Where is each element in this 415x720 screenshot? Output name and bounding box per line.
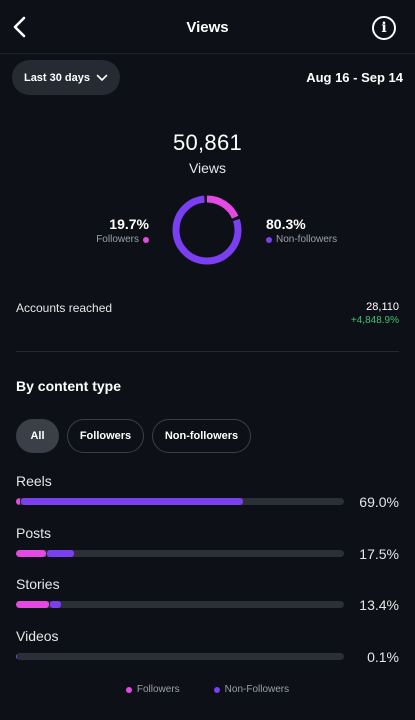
content-bar (16, 601, 344, 608)
content-row-label: Reels (16, 473, 52, 489)
content-row-percent: 17.5% (359, 546, 399, 562)
date-range-text: Aug 16 - Sep 14 (306, 70, 403, 85)
legend-followers-label: Followers (136, 684, 180, 695)
chevron-down-icon (96, 74, 108, 81)
accounts-reached-value: 28,110 (366, 301, 399, 313)
date-range-dropdown-label: Last 30 days (23, 71, 91, 84)
followers-dot (143, 236, 149, 243)
tab-followers[interactable]: Followers (67, 419, 144, 453)
content-bar (16, 550, 344, 557)
info-button[interactable]: i (372, 16, 396, 40)
legend-non-followers-label: Non-Followers (224, 684, 290, 695)
non-followers-dot (266, 236, 272, 243)
content-row-percent: 0.1% (367, 649, 399, 665)
non-followers-share: 80.3% Non-followers (266, 216, 337, 245)
date-range-dropdown[interactable]: Last 30 days (12, 60, 120, 95)
bar-segment-followers (16, 601, 49, 608)
tab-non-followers[interactable]: Non-followers (152, 419, 251, 453)
section-title: By content type (16, 378, 122, 394)
page-title: Views (186, 19, 229, 36)
bar-segment-non-followers (49, 601, 61, 608)
tab-non-followers-label: Non-followers (164, 430, 239, 442)
tab-all-label: All (30, 430, 45, 442)
content-row-percent: 13.4% (359, 597, 399, 613)
bar-segment-non-followers (46, 550, 75, 557)
bar-segment-non-followers (16, 653, 17, 660)
followers-share-label: Followers (96, 234, 139, 245)
total-views-label: Views (188, 160, 227, 176)
legend-followers: Followers (125, 684, 180, 695)
non-followers-percent: 80.3% (266, 216, 306, 232)
divider (16, 351, 399, 352)
info-icon: i (381, 20, 387, 36)
content-row-label: Stories (16, 576, 60, 592)
accounts-reached-label: Accounts reached (16, 301, 113, 315)
tab-followers-label: Followers (79, 430, 132, 442)
followers-share: 19.7% Followers (96, 216, 149, 245)
content-row-label: Posts (16, 525, 52, 541)
content-row-label: Videos (16, 628, 59, 644)
legend-non-followers-dot (213, 686, 220, 693)
tab-all[interactable]: All (16, 419, 59, 453)
accounts-reached-delta: +4,848.9% (350, 315, 399, 326)
bar-segment-followers (16, 498, 20, 505)
content-bar (16, 498, 344, 505)
views-donut-chart (172, 195, 242, 265)
legend-followers-dot (125, 686, 132, 693)
bar-segment-non-followers (20, 498, 244, 505)
content-row-percent: 69.0% (359, 494, 399, 510)
content-bar (16, 653, 344, 660)
bar-segment-followers (16, 550, 46, 557)
total-views: 50,861 (172, 130, 243, 155)
header-bar: Views i (0, 0, 415, 54)
legend: Followers Non-Followers (0, 684, 415, 695)
non-followers-share-label: Non-followers (276, 234, 338, 245)
legend-non-followers: Non-Followers (213, 684, 290, 695)
followers-percent: 19.7% (109, 216, 149, 232)
